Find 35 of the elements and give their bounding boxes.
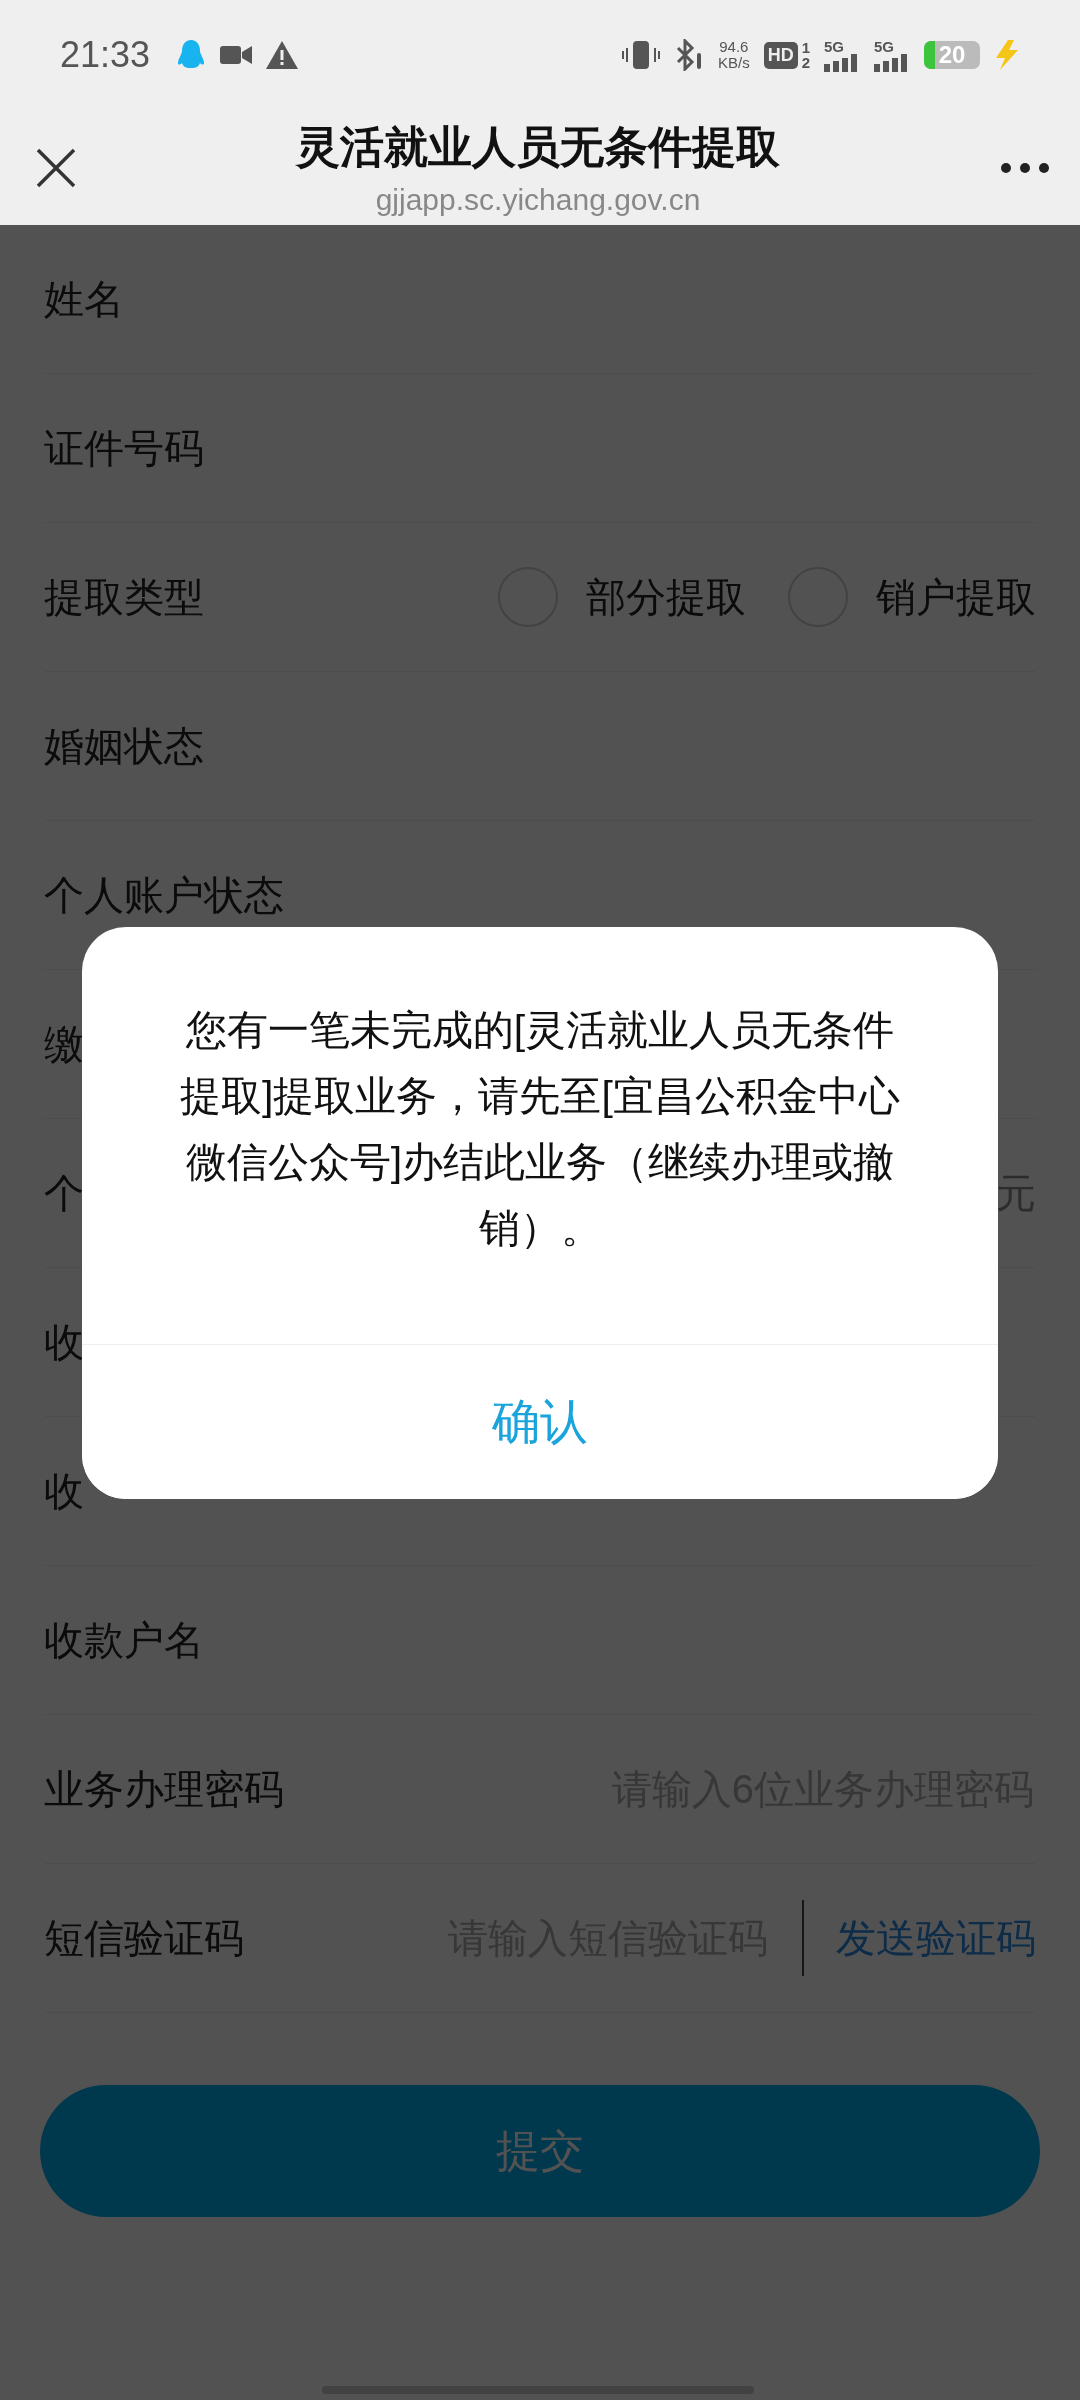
- sim-number: 2: [801, 55, 810, 70]
- vibrate-icon: [621, 40, 660, 70]
- network-speed: 94.6: [719, 39, 749, 55]
- network-type: 5G: [824, 38, 844, 54]
- field-label: 缴: [44, 1020, 84, 1068]
- video-camera-icon: [220, 44, 253, 66]
- clock: 21:33: [60, 34, 151, 76]
- radio-option[interactable]: 销户提取: [788, 567, 1036, 627]
- battery-icon: 20: [924, 41, 980, 69]
- field-label: 收: [44, 1467, 84, 1515]
- speed-unit: KB/s: [717, 55, 750, 71]
- sim-number: 1: [801, 40, 810, 55]
- send-code-link[interactable]: 发送验证码: [836, 1910, 1036, 1966]
- field-label: 个人账户状态: [44, 871, 284, 919]
- field-label: 姓名: [44, 275, 124, 323]
- field-label: 短信验证码: [44, 1914, 244, 1962]
- hd-badge: HD: [763, 41, 798, 69]
- field-label: 婚姻状态: [44, 722, 204, 770]
- field-label: 提取类型: [44, 573, 204, 621]
- signal-icon: [874, 53, 910, 72]
- lightning-icon: [994, 40, 1020, 70]
- page-title: 灵活就业人员无条件提取: [296, 121, 780, 173]
- warning-icon: [266, 41, 299, 69]
- submit-button[interactable]: 提交: [40, 2085, 1040, 2217]
- field-label: 证件号码: [44, 424, 204, 472]
- signal-icon: [824, 53, 860, 72]
- field-label: 业务办理密码: [44, 1765, 284, 1813]
- field-label: 个: [44, 1169, 84, 1217]
- radio-option[interactable]: 部分提取: [498, 567, 746, 627]
- close-icon[interactable]: [36, 147, 76, 188]
- field-label: 收款户名: [44, 1616, 204, 1664]
- page-url: gjjapp.sc.yichang.gov.cn: [375, 183, 701, 217]
- network-type: 5G: [874, 38, 894, 54]
- field-label: 收: [44, 1318, 84, 1366]
- more-icon[interactable]: [1000, 161, 1050, 174]
